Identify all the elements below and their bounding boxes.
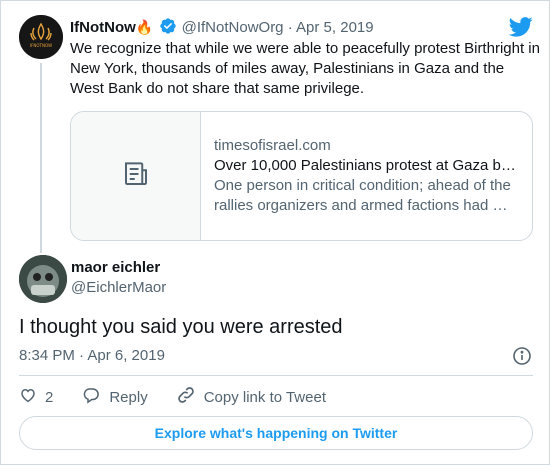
link-thumbnail — [71, 112, 201, 240]
thread-line — [40, 63, 42, 253]
copy-link-button[interactable]: Copy link to Tweet — [176, 385, 326, 409]
tweet-actions: 2 Reply Copy link to Tweet — [19, 386, 354, 408]
avatar-text: IFNOTNOW — [30, 43, 52, 48]
heart-icon — [19, 386, 45, 408]
reply-label: Reply — [109, 388, 148, 406]
link-title: Over 10,000 Palestinians protest at Gaza… — [214, 157, 514, 174]
reply-timestamp[interactable]: 8:34 PM · Apr 6, 2019 — [19, 347, 165, 364]
verified-badge-icon — [159, 17, 177, 41]
copy-link-label: Copy link to Tweet — [203, 388, 326, 406]
link-description: One person in critical condition; ahead … — [214, 177, 511, 214]
reply-tweet-text: I thought you said you were arrested — [19, 316, 343, 338]
ifnotnow-avatar[interactable]: IFNOTNOW — [19, 15, 63, 59]
fire-emoji: 🔥 — [135, 19, 154, 35]
reply-button[interactable]: Reply — [81, 386, 148, 408]
tweet-embed-card: IFNOTNOW IfNotNow🔥 @IfNotNowOrg · Apr 5,… — [0, 0, 550, 465]
divider — [19, 375, 533, 376]
explore-twitter-button[interactable]: Explore what's happening on Twitter — [19, 416, 533, 450]
parent-date[interactable]: Apr 5, 2019 — [296, 19, 374, 36]
link-preview-card[interactable]: timesofisrael.com Over 10,000 Palestinia… — [70, 111, 533, 241]
parent-handle[interactable]: @IfNotNowOrg — [182, 19, 284, 36]
link-icon — [176, 385, 204, 409]
like-button[interactable]: 2 — [19, 386, 53, 408]
reply-handle[interactable]: @EichlerMaor — [71, 279, 166, 296]
info-icon[interactable] — [512, 346, 532, 371]
link-card-text: timesofisrael.com Over 10,000 Palestinia… — [214, 136, 514, 216]
link-domain: timesofisrael.com — [214, 137, 331, 154]
reply-author-name[interactable]: maor eichler — [71, 259, 160, 276]
parent-tweet-text: We recognize that while we were able to … — [70, 40, 540, 97]
like-count: 2 — [45, 388, 54, 406]
parent-author-name[interactable]: IfNotNow — [70, 19, 136, 36]
reply-bubble-icon — [81, 386, 109, 408]
eichler-avatar[interactable] — [19, 255, 67, 303]
separator-dot: · — [287, 19, 293, 36]
document-icon — [121, 159, 151, 194]
parent-tweet-header: IfNotNow🔥 @IfNotNowOrg · Apr 5, 2019 — [70, 17, 374, 41]
